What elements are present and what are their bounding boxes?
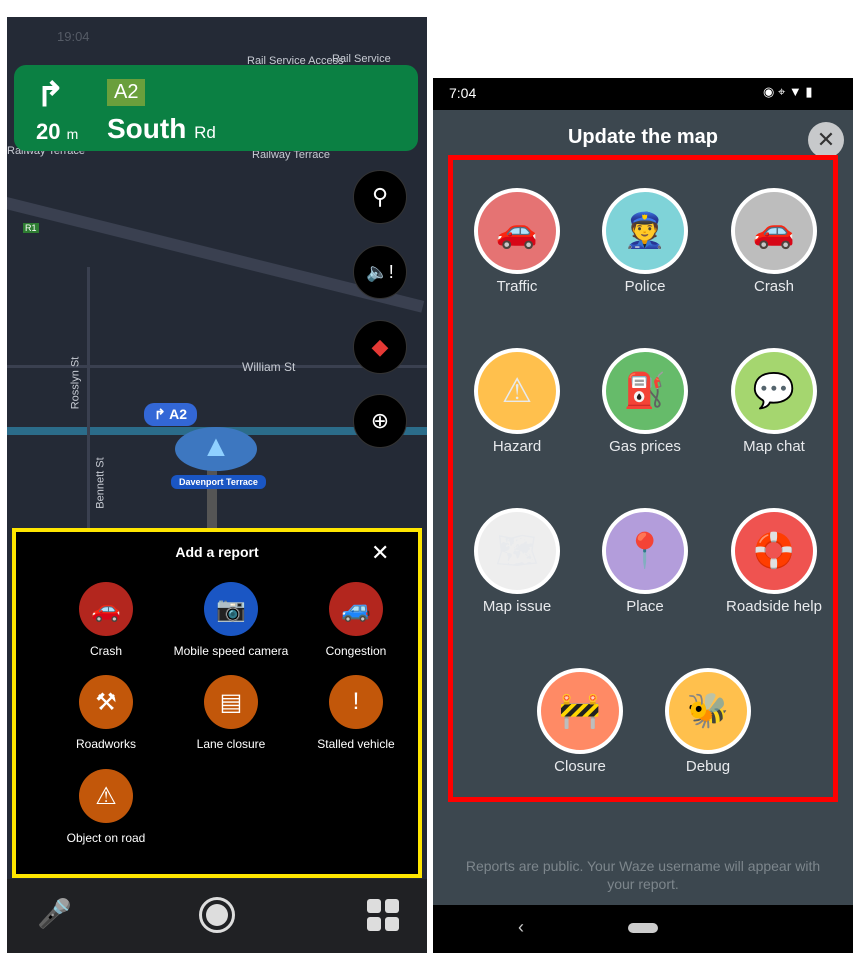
roadside-help-icon: 🛟 [731,508,817,594]
microphone-icon[interactable]: 🎤 [37,897,72,930]
map-item-traffic[interactable]: 🚗 Traffic [452,188,582,295]
map-item-label: Gas prices [609,438,681,455]
route-badge: A2 [107,79,146,106]
map-label: Rosslyn St [69,356,82,410]
nav-bar: ‹ [433,905,853,953]
location-arrow-icon: ▲ [175,427,257,471]
place-icon: 📍 [602,508,688,594]
compass-icon: ◆ [371,334,389,359]
add-report-button[interactable]: ⊕ [353,394,407,448]
report-item-crash[interactable]: 🚗 Crash [36,582,176,658]
crash-icon: 🚗 [79,582,133,636]
map-item-place[interactable]: 📍 Place [580,508,710,615]
report-item-mobile-speed-camera[interactable]: 📷 Mobile speed camera [161,582,301,658]
report-item-label: Congestion [325,644,387,658]
waze-screen: 7:04 ◉ ⌖ ▼ ▮ Update the map ✕ 🚗 Traffic 👮 P… [433,78,853,953]
navigation-banner[interactable]: ↱ 20 m A2 South Rd [14,65,418,151]
map-item-label: Map issue [482,598,552,615]
congestion-icon: 🚙 [329,582,383,636]
map-item-debug[interactable]: 🐝 Debug [643,668,773,775]
report-plus-icon: ⊕ [370,408,390,433]
police-icon: 👮 [602,188,688,274]
status-icons: ◉ ⌖ ▼ ▮ [763,84,813,99]
crash-icon: 🚗 [731,188,817,274]
footer-note: Reports are public. Your Waze username w… [465,858,821,892]
page-title: Update the map [567,126,719,148]
map-item-label: Hazard [492,438,542,455]
map-item-label: Police [624,278,666,295]
map-label: Bennett St [94,457,107,509]
hazard-icon: ⚠ [474,348,560,434]
map-item-map-issue[interactable]: 🗺 Map issue [452,508,582,615]
status-time: 7:04 [449,85,477,101]
distance-unit: m [66,126,79,142]
report-title: Add a report [175,544,259,560]
street-name: South [107,113,187,144]
add-report-panel: Add a report ✕ 🚗 Crash 📷 Mobile speed camer… [12,528,422,878]
map-item-gas-prices[interactable]: ⛽ Gas prices [580,348,710,455]
status-time: 19:04 [57,29,90,44]
traffic-icon: 🚗 [474,188,560,274]
lane-closure-icon: ▤ [204,675,258,729]
chat-icon: 💬 [731,348,817,434]
report-item-label: Stalled vehicle [317,737,395,751]
map-item-label: Closure [554,758,606,775]
map-item-label: Crash [753,278,794,295]
distance: 20 [36,119,61,144]
street-suffix: Rd [194,123,216,142]
map-item-hazard[interactable]: ⚠ Hazard [452,348,582,455]
back-icon[interactable]: ‹ [518,917,524,938]
report-item-roadworks[interactable]: ⚒ Roadworks [36,675,176,751]
roadworks-icon: ⚒ [79,675,133,729]
compass-button[interactable]: ◆ [353,320,407,374]
speaker-alert-icon: 🔈! [366,261,394,282]
current-street: Davenport Terrace [171,475,266,489]
report-item-object-on-road[interactable]: ⚠ Object on road [36,769,176,845]
turn-right-icon: ↱ [36,76,65,114]
map-issue-icon: 🗺 [474,508,560,594]
android-auto-screen: 19:04 Rail Service Access Rail Service A… [7,17,427,953]
bottom-bar: 🎤 [7,879,427,953]
report-item-label: Object on road [66,831,146,845]
map-item-label: Map chat [743,438,805,455]
gas-icon: ⛽ [602,348,688,434]
close-icon: ✕ [816,127,836,152]
object-on-road-icon: ⚠ [79,769,133,823]
sound-button[interactable]: 🔈! [353,245,407,299]
close-button[interactable]: ✕ [808,122,844,158]
search-button[interactable]: ⚲ [353,170,407,224]
report-item-stalled-vehicle[interactable]: ! Stalled vehicle [286,675,426,751]
home-pill[interactable] [628,923,658,933]
route-chip: ↱ A2 [144,403,198,426]
map-item-roadside-help[interactable]: 🛟 Roadside help [709,508,839,615]
map-item-police[interactable]: 👮 Police [580,188,710,295]
report-item-label: Roadworks [75,737,137,751]
report-item-congestion[interactable]: 🚙 Congestion [286,582,426,658]
app-grid-icon[interactable] [367,899,399,931]
route-chip-label: A2 [169,406,188,422]
stalled-vehicle-icon: ! [329,675,383,729]
map-item-label: Place [626,598,664,615]
debug-icon: 🐝 [665,668,751,754]
map-item-closure[interactable]: 🚧 Closure [515,668,645,775]
close-icon[interactable]: ✕ [371,540,389,566]
map-item-map-chat[interactable]: 💬 Map chat [709,348,839,455]
status-bar: 7:04 ◉ ⌖ ▼ ▮ [433,78,853,110]
map-label: William St [242,360,296,374]
search-icon: ⚲ [371,184,389,209]
closure-icon: 🚧 [537,668,623,754]
map-item-label: Debug [685,758,731,775]
report-item-label: Crash [89,644,122,658]
map-item-crash[interactable]: 🚗 Crash [709,188,839,295]
speed-camera-icon: 📷 [204,582,258,636]
report-item-lane-closure[interactable]: ▤ Lane closure [161,675,301,751]
report-item-label: Mobile speed camera [173,644,289,658]
route-marker: R1 [23,223,39,233]
map-item-label: Traffic [496,278,538,295]
home-button[interactable] [199,897,235,933]
report-item-label: Lane closure [196,737,266,751]
map-item-label: Roadside help [726,598,822,615]
